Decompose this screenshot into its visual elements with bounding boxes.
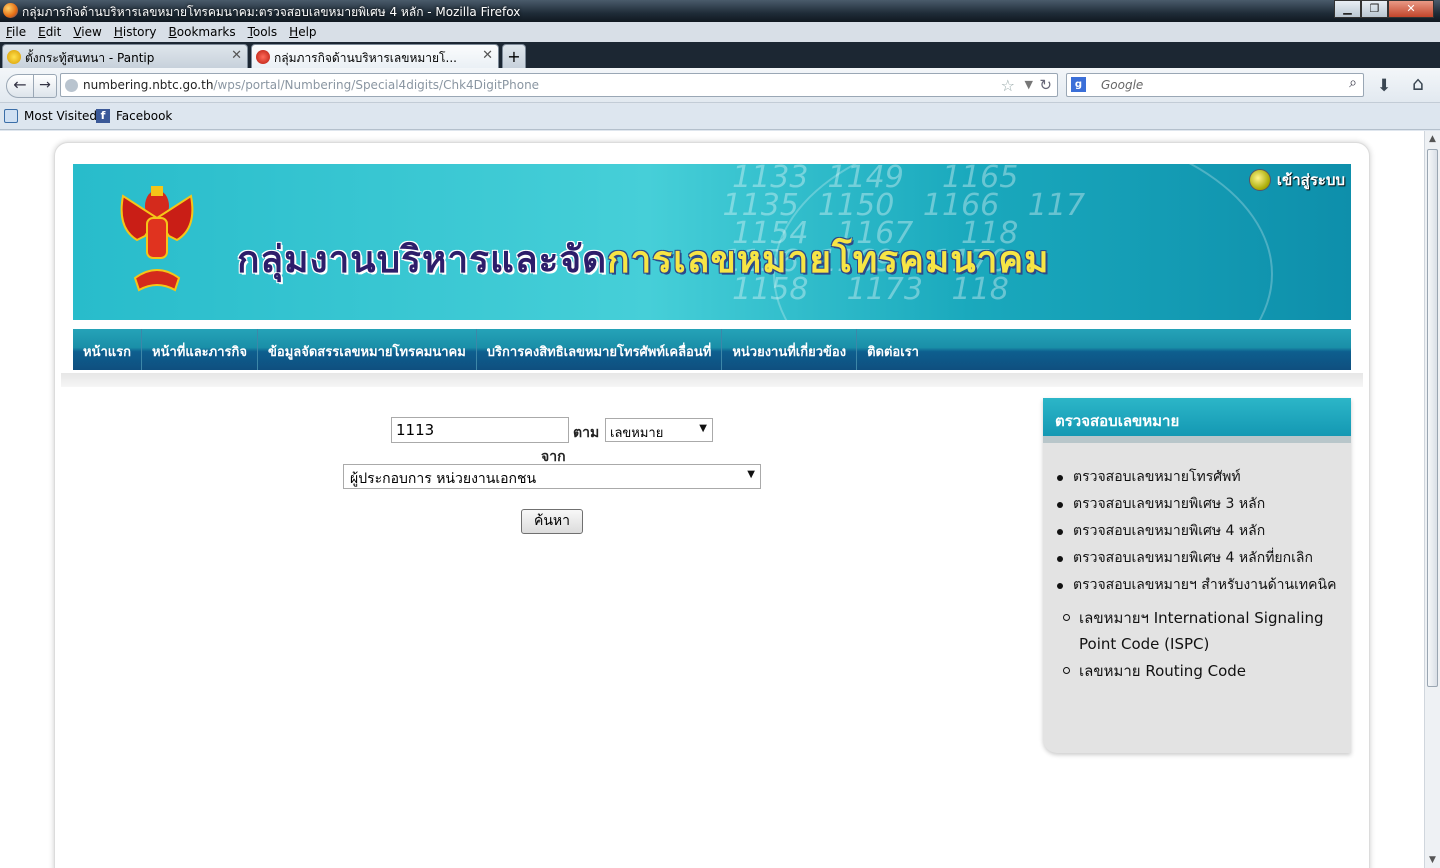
search-by-value: เลขหมาย — [610, 426, 664, 441]
tab-close-icon[interactable]: ✕ — [231, 48, 242, 63]
source-select[interactable]: ผู้ประกอบการ หน่วยงานเอกชน ▼ — [343, 464, 761, 489]
window-titlebar: กลุ่มภารกิจด้านบริหารเลขหมายโทรคมนาคม:ตร… — [0, 0, 1440, 22]
menu-edit[interactable]: Edit — [32, 25, 67, 39]
login-label: เข้าสู่ระบบ — [1276, 171, 1345, 189]
nav-divider — [61, 373, 1363, 387]
nav-home[interactable]: หน้าแรก — [73, 329, 142, 370]
maximize-button[interactable]: ❐ — [1361, 0, 1388, 18]
sidebox-list: ตรวจสอบเลขหมายโทรศัพท์ ตรวจสอบเลขหมายพิเ… — [1057, 468, 1345, 692]
banner-title: กลุ่มงานบริหารและจัดการเลขหมายโทรคมนาคม — [237, 238, 1050, 281]
menu-tools[interactable]: Tools — [242, 25, 284, 39]
google-engine-icon[interactable]: g — [1071, 77, 1086, 92]
key-icon — [1248, 169, 1271, 191]
source-value: ผู้ประกอบการ หน่วยงานเอกชน — [350, 471, 537, 487]
new-tab-button[interactable]: + — [502, 44, 526, 68]
number-input[interactable]: 1113 — [391, 417, 569, 443]
page-container: 1133 1149 1165 1135 1150 1166 117 1154 1… — [54, 142, 1370, 868]
minimize-button[interactable]: ▁ — [1334, 0, 1361, 18]
nav-number-portability[interactable]: บริการคงสิทธิเลขหมายโทรศัพท์เคลื่อนที่ — [477, 329, 723, 370]
sidebox-title: ตรวจสอบเลขหมาย — [1043, 398, 1351, 436]
search-bar[interactable]: g Google ⌕ — [1066, 73, 1364, 97]
site-banner: 1133 1149 1165 1135 1150 1166 117 1154 1… — [73, 164, 1351, 320]
login-link[interactable]: เข้าสู่ระบบ — [1248, 168, 1345, 192]
menu-history[interactable]: History — [108, 25, 163, 39]
tab-label: ตั้งกระทู้สนทนา - Pantip — [25, 51, 155, 65]
sidebox-header-bar — [1043, 436, 1351, 443]
search-placeholder: Google — [1101, 78, 1144, 92]
search-button[interactable]: ค้นหา — [521, 509, 583, 534]
back-button[interactable]: ← — [6, 74, 34, 98]
tab-nbtc[interactable]: กลุ่มภารกิจด้านบริหารเลขหมายโ... ✕ — [251, 44, 499, 68]
nav-related-agencies[interactable]: หน่วยงานที่เกี่ยวข้อง — [722, 329, 858, 370]
site-identity-icon[interactable] — [65, 79, 78, 92]
sidebox-technical-group: ตรวจสอบเลขหมายฯ สำหรับงานด้านเทคนิค เลขห… — [1057, 576, 1345, 684]
scroll-down-icon[interactable]: ▼ — [1425, 852, 1440, 868]
vertical-scrollbar[interactable]: ▲ ▼ — [1424, 131, 1440, 868]
tab-label: กลุ่มภารกิจด้านบริหารเลขหมายโ... — [274, 51, 457, 65]
bookmark-most-visited[interactable]: Most Visited — [4, 109, 97, 123]
sidebox-link-ispc[interactable]: เลขหมายฯ International Signaling Point C… — [1063, 605, 1345, 657]
tab-strip: ตั้งกระทู้สนทนา - Pantip ✕ กลุ่มภารกิจด้… — [0, 42, 1440, 68]
sidebox-sublist: เลขหมายฯ International Signaling Point C… — [1063, 605, 1345, 684]
sidebox-link-technical[interactable]: ตรวจสอบเลขหมายฯ สำหรับงานด้านเทคนิค — [1073, 577, 1336, 593]
pantip-favicon-icon — [7, 50, 21, 64]
tab-close-icon[interactable]: ✕ — [482, 48, 493, 63]
bookmark-label: Facebook — [116, 109, 173, 123]
sidebox-link-special-3[interactable]: ตรวจสอบเลขหมายพิเศษ 3 หลัก — [1057, 495, 1345, 514]
close-button[interactable]: ✕ — [1388, 0, 1434, 18]
menu-help[interactable]: Help — [283, 25, 322, 39]
bookmark-facebook[interactable]: f Facebook — [96, 109, 172, 123]
facebook-icon: f — [96, 109, 110, 123]
search-magnifier-icon[interactable]: ⌕ — [1349, 75, 1357, 91]
main-navigation: หน้าแรก หน้าที่และภารกิจ ข้อมูลจัดสรรเลข… — [73, 329, 1351, 370]
download-icon[interactable]: ⬇ — [1377, 76, 1391, 96]
nav-allocation-data[interactable]: ข้อมูลจัดสรรเลขหมายโทรคมนาคม — [258, 329, 477, 370]
page-viewport: 1133 1149 1165 1135 1150 1166 117 1154 1… — [0, 131, 1424, 868]
tab-pantip[interactable]: ตั้งกระทู้สนทนา - Pantip ✕ — [2, 44, 248, 68]
garuda-favicon-icon — [256, 50, 270, 64]
sidebox-link-phone[interactable]: ตรวจสอบเลขหมายโทรศัพท์ — [1057, 468, 1345, 487]
nav-duties[interactable]: หน้าที่และภารกิจ — [142, 329, 258, 370]
url-bar[interactable]: numbering.nbtc.go.th/wps/portal/Numberin… — [60, 73, 1058, 97]
search-by-select[interactable]: เลขหมาย ▼ — [605, 418, 713, 442]
check-number-sidebox: ตรวจสอบเลขหมาย ตรวจสอบเลขหมายโทรศัพท์ ตร… — [1043, 398, 1351, 753]
menu-bar: File Edit View History Bookmarks Tools H… — [0, 22, 1440, 42]
navigation-toolbar: ← → numbering.nbtc.go.th/wps/portal/Numb… — [0, 68, 1440, 103]
menu-file[interactable]: File — [0, 25, 32, 39]
home-icon[interactable]: ⌂ — [1412, 73, 1424, 95]
most-visited-icon — [4, 109, 18, 123]
firefox-icon — [3, 3, 18, 18]
bookmark-star-icon[interactable]: ☆ — [1001, 76, 1015, 95]
sidebox-link-routing-code[interactable]: เลขหมาย Routing Code — [1063, 658, 1345, 684]
garuda-emblem-icon — [120, 186, 194, 292]
search-by-label: ตาม — [573, 425, 600, 441]
url-text[interactable]: numbering.nbtc.go.th/wps/portal/Numberin… — [83, 78, 539, 92]
window-controls: ▁ ❐ ✕ — [1334, 0, 1434, 19]
url-dropdown-icon[interactable]: ▼ — [1025, 78, 1033, 91]
window-title: กลุ่มภารกิจด้านบริหารเลขหมายโทรคมนาคม:ตร… — [22, 5, 521, 19]
sidebox-link-special-4-cancelled[interactable]: ตรวจสอบเลขหมายพิเศษ 4 หลักที่ยกเลิก — [1057, 549, 1345, 568]
menu-bookmarks[interactable]: Bookmarks — [163, 25, 242, 39]
chevron-down-icon: ▼ — [699, 423, 707, 434]
scroll-up-icon[interactable]: ▲ — [1425, 131, 1440, 147]
scrollbar-thumb[interactable] — [1427, 149, 1438, 687]
menu-view[interactable]: View — [67, 25, 107, 39]
nav-contact[interactable]: ติดต่อเรา — [857, 329, 929, 370]
chevron-down-icon: ▼ — [747, 469, 755, 480]
reload-icon[interactable]: ↻ — [1039, 76, 1052, 94]
bookmark-label: Most Visited — [24, 109, 98, 123]
sidebox-link-special-4[interactable]: ตรวจสอบเลขหมายพิเศษ 4 หลัก — [1057, 522, 1345, 541]
forward-button[interactable]: → — [33, 74, 57, 98]
bookmarks-toolbar: Most Visited f Facebook — [0, 104, 1440, 130]
